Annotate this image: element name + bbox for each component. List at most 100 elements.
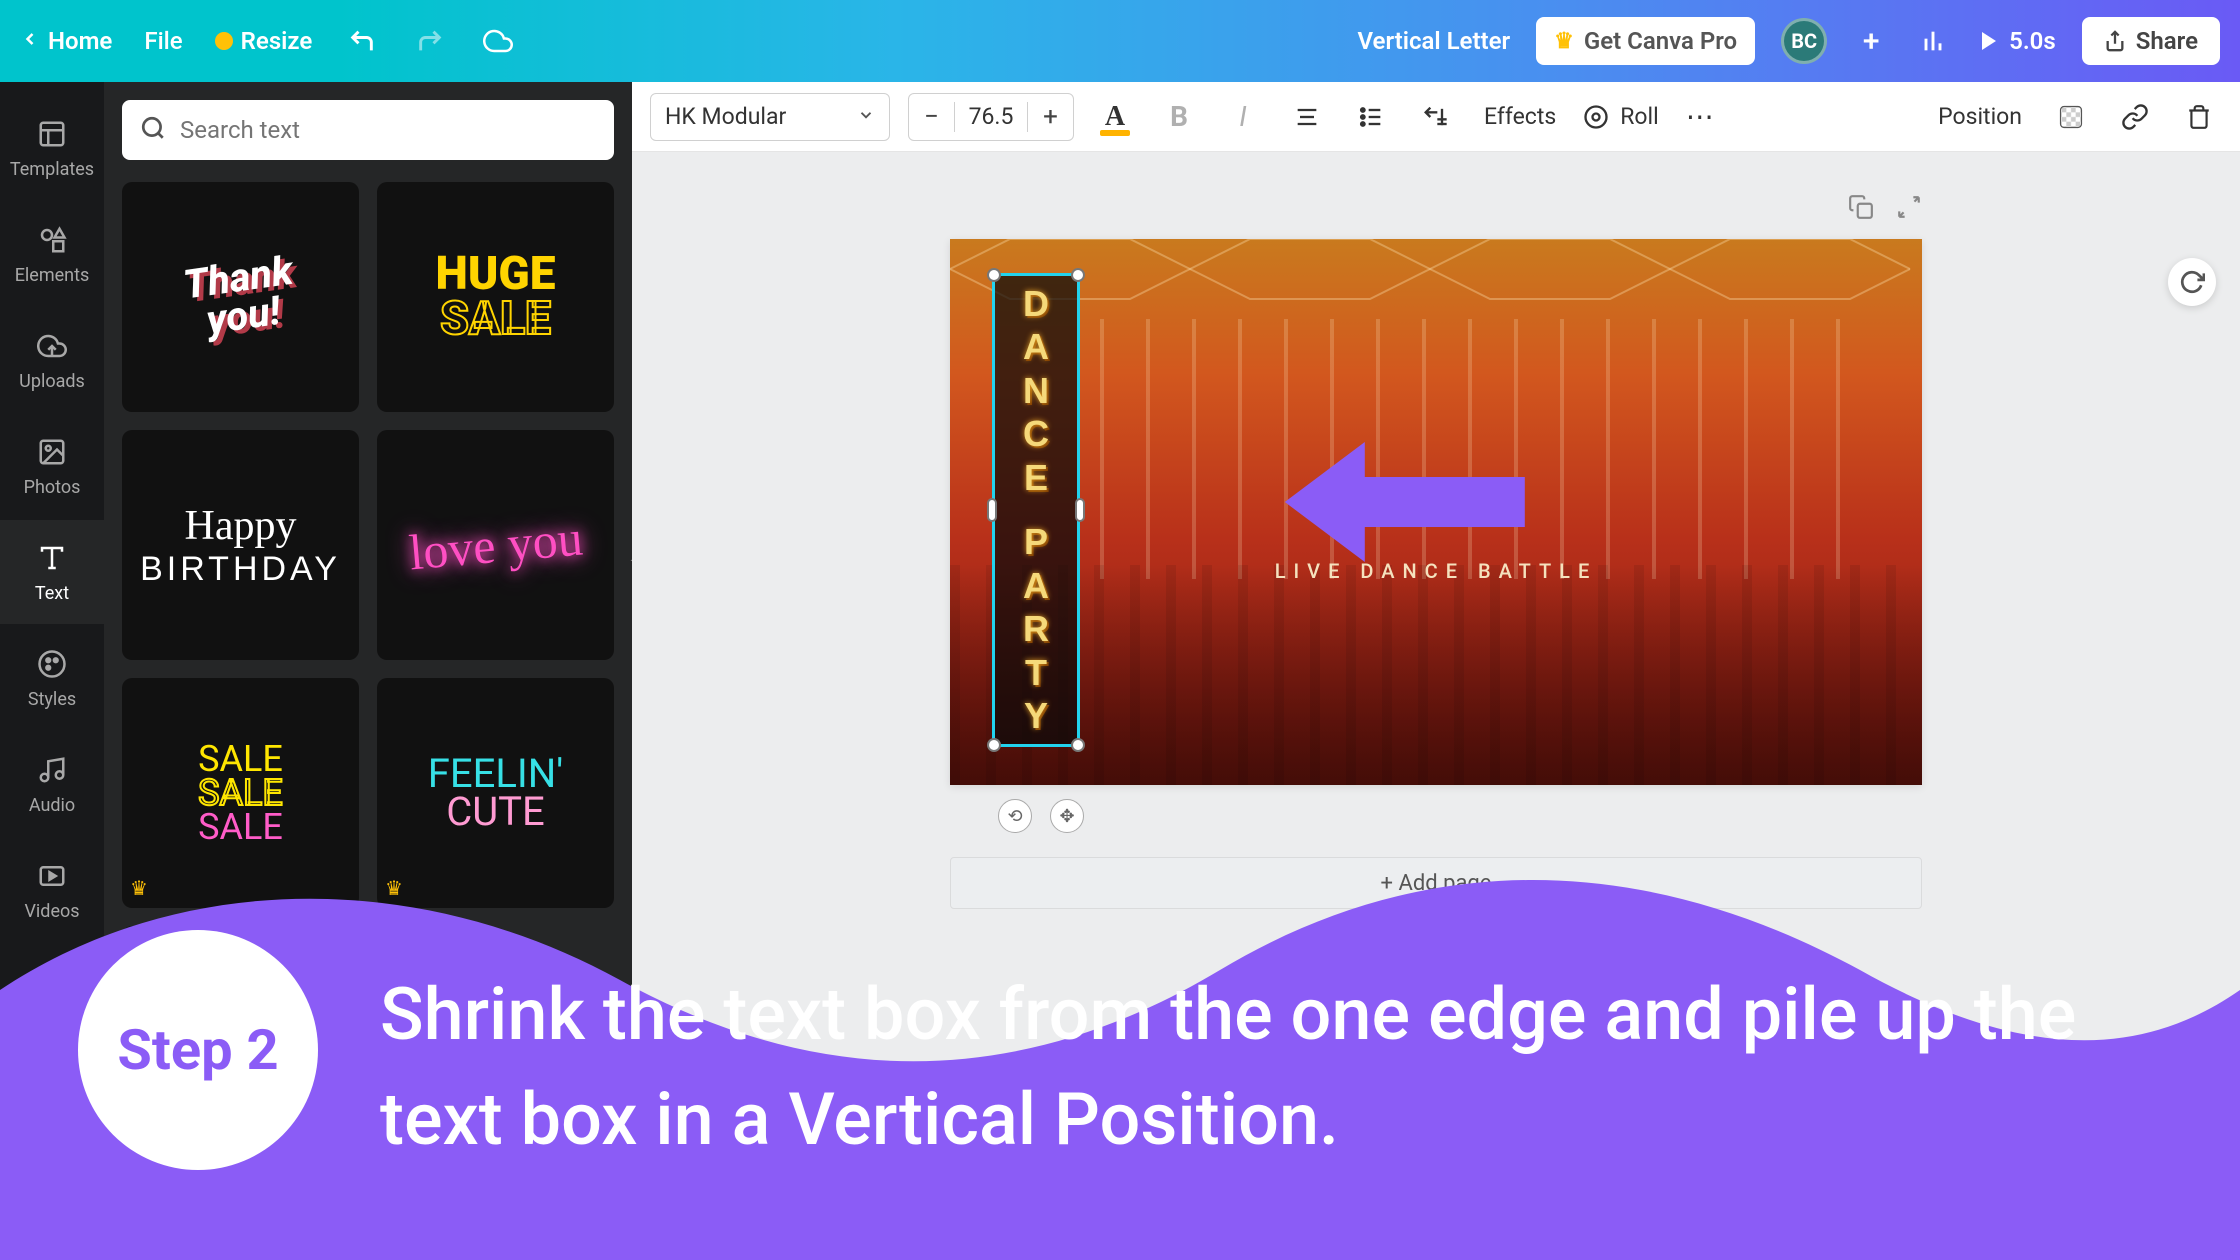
undo-button[interactable] [344, 23, 380, 59]
effects-button[interactable]: Effects [1476, 103, 1564, 130]
list-button[interactable] [1348, 94, 1394, 140]
resize-handle-br[interactable] [1071, 738, 1085, 752]
alignment-button[interactable] [1284, 94, 1330, 140]
resize-handle-tr[interactable] [1071, 268, 1085, 282]
template-feelin-cute[interactable]: FEELIN'CUTE ♛ [377, 678, 614, 908]
rail-styles[interactable]: Styles [0, 626, 104, 730]
link-button[interactable] [2112, 94, 2158, 140]
resize-handle-tl[interactable] [987, 268, 1001, 282]
rail-audio-label: Audio [29, 795, 75, 816]
audio-icon [35, 753, 69, 787]
font-name-label: HK Modular [665, 103, 786, 130]
selected-text-box[interactable]: D A N C E P A R T Y [992, 273, 1080, 747]
delete-button[interactable] [2176, 94, 2222, 140]
cloud-sync-icon[interactable] [480, 23, 516, 59]
document-title[interactable]: Vertical Letter [1357, 27, 1510, 55]
regenerate-button[interactable] [2168, 258, 2216, 306]
rotate-handle[interactable]: ⟲ [998, 799, 1032, 833]
rail-templates[interactable]: Templates [0, 96, 104, 200]
get-pro-button[interactable]: ♛ Get Canva Pro [1536, 17, 1755, 65]
topnav-right: Vertical Letter ♛ Get Canva Pro BC + 5.0… [1357, 17, 2220, 65]
page-controls [950, 194, 1922, 227]
insights-button[interactable] [1915, 23, 1951, 59]
text-color-button[interactable]: A [1092, 94, 1138, 140]
search-input[interactable] [180, 116, 596, 144]
top-nav: Home File Resize Vertical Letter ♛ Get C… [0, 0, 2240, 82]
chevron-down-icon [857, 103, 875, 130]
duplicate-page-icon[interactable] [1848, 194, 1874, 227]
editor-toolbar: HK Modular − 76.5 + A B I Effects Roll ⋯… [632, 82, 2240, 152]
font-size-stepper: − 76.5 + [908, 93, 1074, 141]
rail-styles-label: Styles [28, 689, 76, 710]
template-love-you[interactable]: love you [377, 430, 614, 660]
add-member-button[interactable]: + [1853, 23, 1889, 59]
file-menu[interactable]: File [144, 27, 182, 55]
transparency-button[interactable] [2048, 94, 2094, 140]
uploads-icon [35, 329, 69, 363]
rail-photos-label: Photos [24, 477, 81, 498]
rail-videos-label: Videos [24, 901, 79, 922]
premium-badge-icon: ♛ [385, 876, 403, 900]
rail-elements[interactable]: Elements [0, 202, 104, 306]
rail-templates-label: Templates [10, 159, 94, 180]
rail-text[interactable]: Text [0, 520, 104, 624]
redo-button[interactable] [412, 23, 448, 59]
resize-handle-bl[interactable] [987, 738, 1001, 752]
rail-videos[interactable]: Videos [0, 838, 104, 942]
more-button[interactable]: ⋯ [1677, 94, 1723, 140]
templates-icon [35, 117, 69, 151]
expand-page-icon[interactable] [1896, 194, 1922, 227]
topnav-left: Home File Resize [20, 23, 516, 59]
animate-button[interactable]: Roll [1582, 103, 1658, 131]
move-handle[interactable]: ✥ [1050, 799, 1084, 833]
step-badge: Step 2 [78, 930, 318, 1170]
search-bar[interactable] [122, 100, 614, 160]
rail-text-label: Text [35, 583, 69, 604]
template-thank-you[interactable]: Thankyou! [122, 182, 359, 412]
resize-handle-mr[interactable] [1075, 498, 1085, 522]
step-label: Step 2 [117, 1017, 278, 1083]
crown-icon: ♛ [1554, 29, 1574, 54]
search-icon [140, 115, 166, 145]
user-avatar[interactable]: BC [1781, 18, 1827, 64]
premium-badge-icon: ♛ [130, 876, 148, 900]
font-size-value[interactable]: 76.5 [955, 103, 1027, 130]
animate-label: Roll [1620, 103, 1658, 130]
rail-uploads[interactable]: Uploads [0, 308, 104, 412]
font-size-decrease[interactable]: − [909, 102, 955, 132]
videos-icon [35, 859, 69, 893]
template-huge-sale[interactable]: HUGESALE [377, 182, 614, 412]
resize-icon [215, 32, 233, 50]
share-label: Share [2136, 27, 2198, 55]
home-button[interactable]: Home [20, 27, 112, 55]
elements-icon [35, 223, 69, 257]
italic-button[interactable]: I [1220, 94, 1266, 140]
resize-handle-ml[interactable] [987, 498, 997, 522]
text-icon [35, 541, 69, 575]
chevron-left-icon [20, 27, 40, 55]
rail-photos[interactable]: Photos [0, 414, 104, 518]
photos-icon [35, 435, 69, 469]
font-selector[interactable]: HK Modular [650, 93, 890, 141]
duration-label: 5.0s [2009, 27, 2056, 55]
spacing-button[interactable] [1412, 94, 1458, 140]
template-happy-birthday[interactable]: HappyBIRTHDAY [122, 430, 359, 660]
annotation-arrow-icon [1275, 432, 1535, 572]
resize-label: Resize [241, 27, 313, 55]
rail-audio[interactable]: Audio [0, 732, 104, 836]
floating-element-controls: ⟲ ✥ [998, 799, 1922, 833]
position-button[interactable]: Position [1930, 103, 2030, 130]
font-size-increase[interactable]: + [1027, 102, 1073, 132]
add-page-button[interactable]: + Add page [950, 857, 1922, 909]
crowd-silhouette [950, 565, 1922, 785]
styles-icon [35, 647, 69, 681]
rail-elements-label: Elements [15, 265, 90, 286]
resize-button[interactable]: Resize [215, 27, 313, 55]
home-label: Home [48, 27, 112, 55]
get-pro-label: Get Canva Pro [1584, 27, 1737, 55]
step-instruction: Shrink the text box from the one edge an… [380, 963, 2180, 1172]
share-button[interactable]: Share [2082, 17, 2220, 65]
present-button[interactable]: 5.0s [1977, 27, 2056, 55]
bold-button[interactable]: B [1156, 94, 1202, 140]
template-sale-triple[interactable]: SALESALESALE ♛ [122, 678, 359, 908]
